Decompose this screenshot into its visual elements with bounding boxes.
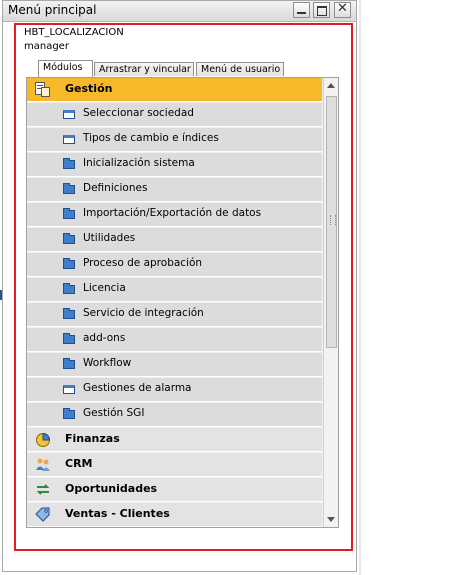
module-label: Oportunidades <box>65 482 158 495</box>
menu-item-label: Definiciones <box>83 182 148 194</box>
module-label: Finanzas <box>65 432 120 445</box>
menu-item-gestiones-alarma[interactable]: Gestiones de alarma <box>27 378 322 402</box>
tab-arrastrar-vincular[interactable]: Arrastrar y vincular <box>94 62 194 76</box>
module-crm[interactable]: CRM <box>27 453 322 477</box>
menu-item-seleccionar-sociedad[interactable]: Seleccionar sociedad <box>27 103 322 127</box>
scroll-thumb[interactable] <box>326 96 337 348</box>
menu-item-label: Importación/Exportación de datos <box>83 207 262 219</box>
folder-icon <box>63 258 75 269</box>
people-icon <box>35 457 51 472</box>
tab-modulos[interactable]: Módulos <box>38 60 93 77</box>
menu-item-definiciones[interactable]: Definiciones <box>27 178 322 202</box>
menu-item-workflow[interactable]: Workflow <box>27 353 322 377</box>
menu-item-label: Seleccionar sociedad <box>83 107 194 119</box>
pie-chart-icon <box>35 432 51 447</box>
menu-item-label: Gestiones de alarma <box>83 382 192 394</box>
form-icon <box>63 110 75 119</box>
vertical-scrollbar[interactable] <box>323 78 338 527</box>
window-title: Menú principal <box>8 3 97 17</box>
maximize-button[interactable] <box>313 2 330 18</box>
menu-item-label: Licencia <box>83 282 126 294</box>
module-ventas-clientes[interactable]: Ventas - Clientes <box>27 503 322 527</box>
menu-item-label: Tipos de cambio e índices <box>83 132 219 144</box>
menu-item-label: Proceso de aprobación <box>83 257 203 269</box>
folder-icon <box>63 408 75 419</box>
form-icon <box>63 135 75 144</box>
menu-item-label: Servicio de integración <box>83 307 204 319</box>
module-label: CRM <box>65 457 93 470</box>
minimize-button[interactable] <box>293 2 310 18</box>
price-tag-icon <box>35 507 51 522</box>
opportunities-icon <box>35 482 51 497</box>
menu-item-inicializacion-sistema[interactable]: Inicialización sistema <box>27 153 322 177</box>
module-label: Ventas - Clientes <box>65 507 170 520</box>
folder-icon <box>63 308 75 319</box>
folder-icon <box>63 358 75 369</box>
folder-icon <box>63 208 75 219</box>
folder-icon <box>63 333 75 344</box>
menu-item-add-ons[interactable]: add-ons <box>27 328 322 352</box>
tab-menu-usuario[interactable]: Menú de usuario <box>196 62 284 76</box>
menu-item-label: add-ons <box>83 332 126 344</box>
scroll-down-icon[interactable] <box>327 517 335 522</box>
folder-icon <box>63 233 75 244</box>
module-finanzas[interactable]: Finanzas <box>27 428 322 452</box>
menu-item-utilidades[interactable]: Utilidades <box>27 228 322 252</box>
form-icon <box>63 385 75 394</box>
grip-icon <box>330 215 336 225</box>
gestion-icon <box>35 82 51 97</box>
window-shadow <box>359 0 361 575</box>
company-name: HBT_LOCALIZACION <box>24 27 124 38</box>
menu-item-licencia[interactable]: Licencia <box>27 278 322 302</box>
menu-item-proceso-aprobacion[interactable]: Proceso de aprobación <box>27 253 322 277</box>
menu-item-label: Workflow <box>83 357 132 369</box>
menu-item-label: Gestión SGI <box>83 407 145 419</box>
close-button[interactable]: ✕ <box>334 1 351 18</box>
scroll-up-icon[interactable] <box>327 83 335 88</box>
folder-icon <box>63 158 75 169</box>
menu-item-label: Utilidades <box>83 232 136 244</box>
folder-icon <box>63 183 75 194</box>
close-icon: ✕ <box>337 1 348 16</box>
user-name: manager <box>24 41 69 52</box>
modules-tree-panel: Gestión Seleccionar sociedad Tipos de ca… <box>26 77 339 528</box>
menu-item-label: Inicialización sistema <box>83 157 195 169</box>
menu-item-importacion-exportacion[interactable]: Importación/Exportación de datos <box>27 203 322 227</box>
menu-item-gestion-sgi[interactable]: Gestión SGI <box>27 403 322 427</box>
menu-item-servicio-integracion[interactable]: Servicio de integración <box>27 303 322 327</box>
title-bar[interactable]: Menú principal ✕ <box>3 1 356 22</box>
menu-item-tipos-cambio[interactable]: Tipos de cambio e índices <box>27 128 322 152</box>
module-oportunidades[interactable]: Oportunidades <box>27 478 322 502</box>
highlighted-content-frame: HBT_LOCALIZACION manager Módulos Arrastr… <box>14 23 353 551</box>
module-label: Gestión <box>65 82 113 95</box>
folder-icon <box>63 283 75 294</box>
module-gestion[interactable]: Gestión <box>27 78 322 102</box>
